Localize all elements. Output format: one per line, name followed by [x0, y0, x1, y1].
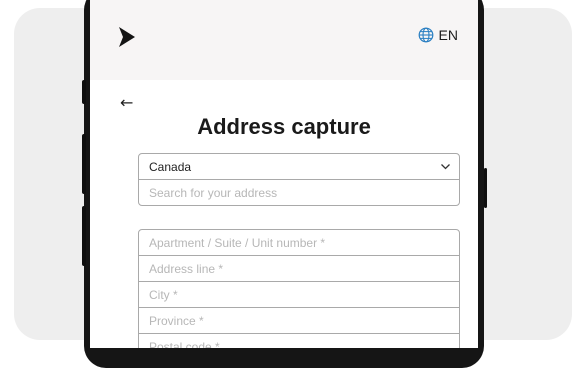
address-line-placeholder: Address line *	[149, 261, 224, 276]
address-line-field[interactable]: Address line *	[138, 255, 460, 282]
phone-screen: EN ← Address capture Canada Search for y…	[90, 0, 478, 348]
language-selector[interactable]: EN	[418, 27, 458, 43]
globe-icon	[418, 27, 433, 43]
unit-number-placeholder: Apartment / Suite / Unit number *	[149, 235, 326, 250]
postal-code-field[interactable]: Postal code *	[138, 333, 460, 348]
back-arrow-icon[interactable]: ←	[120, 93, 133, 112]
language-label: EN	[438, 27, 458, 43]
unit-number-field[interactable]: Apartment / Suite / Unit number *	[138, 229, 460, 256]
city-placeholder: City *	[149, 287, 178, 302]
address-fields-group: Apartment / Suite / Unit number * Addres…	[138, 229, 460, 348]
city-field[interactable]: City *	[138, 281, 460, 308]
chevron-down-icon	[441, 164, 450, 170]
chevron-right-logo-icon[interactable]	[114, 24, 140, 50]
province-placeholder: Province *	[149, 313, 204, 328]
phone-volume-up	[82, 134, 86, 194]
phone-power-button	[484, 168, 487, 208]
phone-mute-switch	[82, 80, 86, 104]
country-select[interactable]: Canada	[138, 153, 460, 180]
postal-code-placeholder: Postal code *	[149, 339, 220, 349]
province-field[interactable]: Province *	[138, 307, 460, 334]
country-selected-value: Canada	[149, 159, 192, 174]
country-search-group: Canada Search for your address	[138, 153, 460, 206]
address-search-placeholder: Search for your address	[149, 185, 278, 200]
address-search-input[interactable]: Search for your address	[138, 179, 460, 206]
app-header: EN	[90, 0, 478, 80]
page-title: Address capture	[197, 114, 371, 139]
phone-volume-down	[82, 206, 86, 266]
